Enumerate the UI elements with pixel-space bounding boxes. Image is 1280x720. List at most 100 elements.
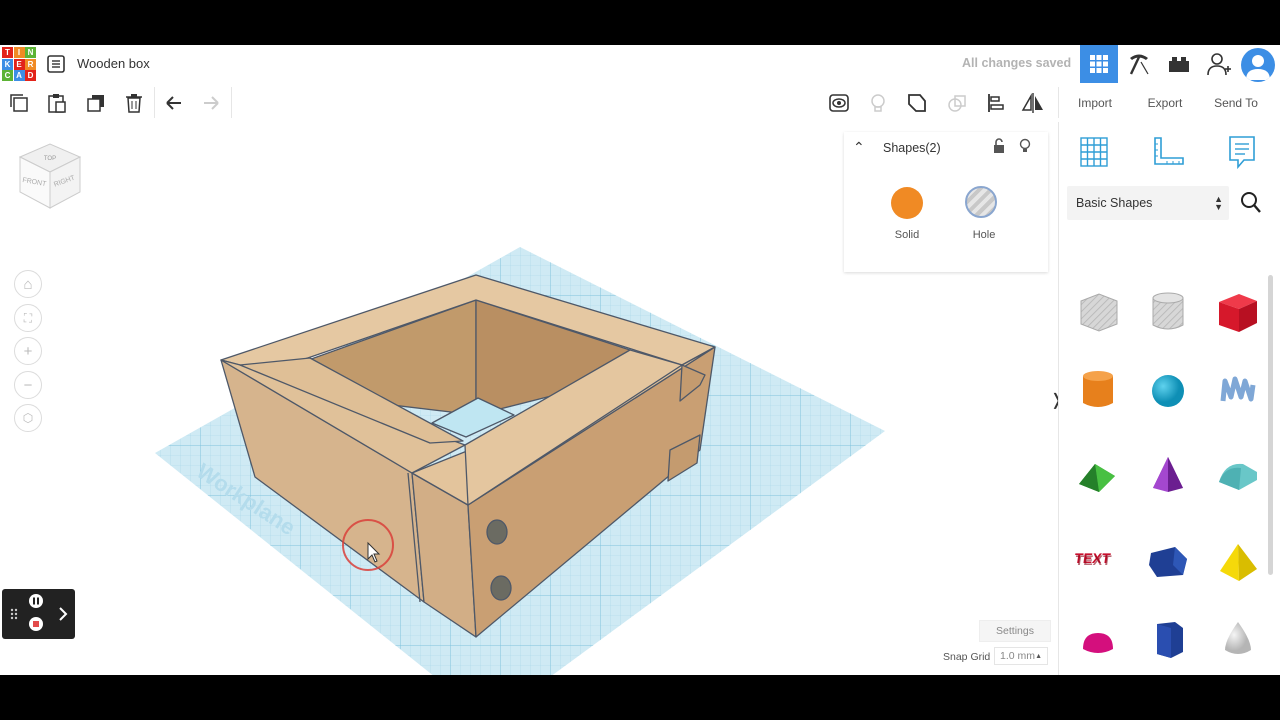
align-button[interactable] [984, 91, 1008, 115]
hole-button[interactable] [965, 186, 997, 218]
recorder-widget [2, 589, 75, 639]
copy-icon [10, 94, 28, 112]
workplane-tool-icon[interactable] [1077, 134, 1111, 170]
zoom-in-button[interactable]: + [14, 337, 42, 365]
redo-button[interactable] [199, 91, 223, 115]
box-hole-shape[interactable] [1073, 287, 1123, 337]
add-user-icon [1207, 53, 1231, 76]
pause-button[interactable] [29, 594, 43, 608]
hexagonal-prism-shape[interactable] [1143, 614, 1193, 664]
blocks-view-button[interactable] [1122, 45, 1156, 83]
lightbulb-icon[interactable] [1019, 138, 1031, 154]
edit-toolbar: Import Export Send To [0, 83, 1280, 123]
cone-shape[interactable] [1143, 450, 1193, 500]
panel-scrollbar[interactable] [1268, 275, 1273, 575]
light-bulb-button[interactable] [866, 91, 890, 115]
paste-icon [48, 94, 66, 113]
copy-button[interactable] [7, 91, 31, 115]
roof-shape[interactable] [1073, 450, 1123, 500]
brick-icon [1169, 57, 1189, 72]
round-roof-shape[interactable] [1213, 450, 1263, 500]
shape-category-select[interactable]: Basic Shapes ▲ ▼ [1067, 186, 1229, 220]
3d-design-view-button[interactable] [1080, 45, 1118, 83]
user-icon [1246, 55, 1270, 80]
eye-icon [829, 94, 849, 112]
logo-letter: K [2, 58, 13, 70]
mirror-icon [1021, 93, 1043, 113]
logo-letter: I [13, 47, 25, 58]
design-list-icon[interactable] [46, 54, 66, 74]
logo-letter: C [2, 70, 13, 81]
view-cube[interactable]: TOP FRONT RIGHT [14, 140, 84, 217]
perspective-button[interactable]: ⬡ [14, 404, 42, 432]
toolbar-divider [1058, 87, 1059, 118]
minus-icon: − [23, 376, 33, 394]
mirror-button[interactable] [1021, 91, 1045, 115]
fit-icon: ⛶ [23, 310, 33, 325]
pyramid-shape[interactable] [1213, 537, 1263, 587]
avatar[interactable] [1241, 48, 1275, 82]
select-arrows-icon: ▲ ▼ [1214, 194, 1223, 212]
plus-icon: + [23, 342, 33, 360]
drag-handle-icon[interactable] [10, 608, 18, 620]
svg-text:TEXT: TEXT [1075, 552, 1113, 568]
logo-letter: E [13, 58, 25, 70]
home-icon: ⌂ [23, 275, 33, 293]
tinkercad-editor: TINKERCAD Wooden box All changes saved I… [0, 45, 1280, 675]
ruler-tool-icon[interactable] [1151, 134, 1185, 170]
solid-button[interactable] [891, 187, 923, 219]
notes-tool-icon[interactable] [1225, 134, 1259, 170]
caret-up-icon: ▲ [1035, 652, 1042, 660]
panel-collapse-chevron-icon[interactable]: ❭ [1050, 390, 1058, 410]
expand-chevron-icon[interactable] [59, 607, 68, 621]
shapes-panel: Basic Shapes ▲ ▼ TEXT TEXT [1058, 122, 1280, 675]
bricks-view-button[interactable] [1162, 45, 1196, 83]
align-icon [988, 94, 1004, 112]
settings-button[interactable]: Settings [979, 620, 1051, 642]
snap-grid-select[interactable]: 1.0 mm ▲ [994, 647, 1048, 665]
group-button[interactable] [905, 91, 929, 115]
polygon-shape[interactable] [1143, 537, 1193, 587]
snap-grid-label: Snap Grid [943, 651, 991, 663]
stop-button[interactable] [29, 617, 43, 631]
send-to-button[interactable]: Send To [1208, 83, 1264, 122]
undo-button[interactable] [162, 91, 186, 115]
document-title[interactable]: Wooden box [77, 56, 150, 71]
collapse-chevron-icon[interactable]: ⌃ [853, 139, 865, 156]
undo-icon [166, 96, 181, 110]
cube-icon: ⬡ [22, 411, 34, 425]
fit-view-button[interactable]: ⛶ [14, 304, 42, 332]
ungroup-button[interactable] [945, 91, 969, 115]
search-icon[interactable] [1240, 190, 1262, 214]
sphere-shape[interactable] [1143, 365, 1193, 415]
duplicate-button[interactable] [84, 91, 108, 115]
text-shape[interactable]: TEXT TEXT [1073, 532, 1123, 582]
toolbar-divider [154, 87, 155, 118]
solid-label: Solid [894, 229, 920, 241]
show-all-button[interactable] [827, 91, 851, 115]
logo-letter: N [25, 47, 36, 58]
cylinder-shape[interactable] [1073, 365, 1123, 415]
cylinder-hole-shape[interactable] [1143, 287, 1193, 337]
lock-icon[interactable] [993, 138, 1005, 154]
zoom-out-button[interactable]: − [14, 371, 42, 399]
half-sphere-shape[interactable] [1073, 617, 1123, 667]
logo-letter: A [13, 70, 25, 81]
invite-user-button[interactable] [1202, 45, 1236, 83]
3d-workplane-viewport[interactable]: Workplane TOP FRONT RIGHT ⌂ ⛶ + − ⬡ ⌃ Sh… [0, 122, 1058, 675]
scribble-shape[interactable] [1213, 365, 1263, 415]
delete-button[interactable] [122, 91, 146, 115]
snap-grid-value: 1.0 mm [1000, 650, 1036, 662]
hole-label: Hole [972, 229, 996, 241]
viewcube-top-label: TOP [44, 156, 56, 162]
tinkercad-logo[interactable]: TIN KER CAD [2, 47, 36, 81]
paraboloid-shape[interactable] [1213, 614, 1263, 664]
import-button[interactable]: Import [1070, 83, 1120, 122]
box-shape[interactable] [1213, 287, 1263, 337]
export-button[interactable]: Export [1140, 83, 1190, 122]
home-view-button[interactable]: ⌂ [14, 270, 42, 298]
shape-category-value: Basic Shapes [1076, 196, 1153, 210]
logo-letter: R [25, 58, 36, 70]
duplicate-icon [87, 95, 104, 112]
paste-button[interactable] [45, 91, 69, 115]
